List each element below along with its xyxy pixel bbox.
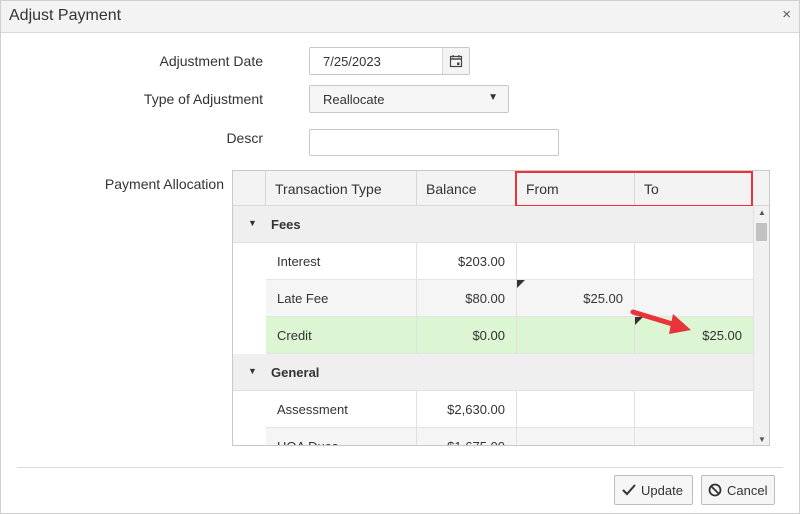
cell-transaction-type: Late Fee	[277, 291, 329, 306]
cell-balance: $80.00	[416, 280, 516, 317]
scroll-up-icon[interactable]: ▲	[758, 208, 766, 217]
collapse-caret-icon[interactable]: ▼	[248, 218, 257, 228]
cell-transaction-type: Credit	[277, 328, 312, 343]
cell-from[interactable]	[516, 317, 634, 354]
cell-balance: $0.00	[416, 317, 516, 354]
adjustment-date-value: 7/25/2023	[323, 54, 381, 69]
dialog-title: Adjust Payment	[9, 7, 122, 24]
descr-input[interactable]	[309, 129, 559, 156]
cell-from[interactable]	[516, 428, 634, 445]
cell-to[interactable]	[634, 428, 753, 445]
cell-from-value: $25.00	[583, 291, 623, 306]
table-row[interactable]: Assessment $2,630.00	[266, 391, 753, 428]
cell-to[interactable]	[634, 243, 753, 280]
group-label: General	[271, 365, 320, 380]
column-header-balance[interactable]: Balance	[416, 171, 516, 206]
cell-balance: $1,675.00	[416, 428, 516, 445]
grid-header: Transaction Type Balance From To	[233, 171, 769, 207]
cell-from[interactable]	[516, 391, 634, 428]
dialog-titlebar: Adjust Payment ×	[1, 1, 799, 33]
cancel-button[interactable]: Cancel	[701, 475, 775, 505]
red-arrow-annotation-icon	[630, 309, 691, 334]
cancel-button-label: Cancel	[727, 482, 768, 498]
close-icon[interactable]: ×	[782, 7, 791, 23]
calendar-icon[interactable]	[442, 48, 469, 74]
group-label: Fees	[271, 217, 301, 232]
adjustment-type-value: Reallocate	[323, 92, 385, 107]
cancel-icon	[708, 483, 722, 497]
cell-from[interactable]	[516, 243, 634, 280]
update-button-label: Update	[641, 482, 683, 498]
cell-transaction-type: HOA Dues	[266, 428, 416, 445]
adjustment-date-label: Adjustment Date	[159, 53, 264, 69]
caret-down-icon: ▼	[488, 92, 498, 103]
cell-to[interactable]	[634, 391, 753, 428]
payment-allocation-label: Payment Allocation	[104, 176, 224, 192]
from-to-highlight-box	[515, 171, 753, 207]
checkmark-icon	[622, 484, 636, 496]
scroll-down-icon[interactable]: ▼	[758, 435, 766, 444]
footer-divider	[17, 467, 783, 468]
cell-from[interactable]: $25.00	[516, 280, 634, 317]
group-row-general[interactable]: ▼ General	[233, 354, 753, 391]
cell-to-value: $25.00	[702, 328, 742, 343]
adjustment-type-label: Type of Adjustment	[143, 91, 263, 107]
scrollbar-thumb[interactable]	[756, 223, 767, 241]
adjustment-type-select[interactable]: Reallocate ▼	[309, 85, 509, 113]
column-header-transaction-type[interactable]: Transaction Type	[265, 171, 416, 206]
cell-balance: $2,630.00	[416, 391, 516, 428]
update-button[interactable]: Update	[614, 475, 693, 505]
cell-transaction-type: Interest	[277, 254, 321, 269]
table-row[interactable]: HOA Dues $1,675.00	[266, 428, 753, 445]
table-row[interactable]: Interest $203.00	[266, 243, 753, 280]
edited-marker-icon	[517, 280, 525, 288]
adjust-payment-dialog: Adjust Payment × Adjustment Date 7/25/20…	[0, 0, 800, 514]
cell-balance: $203.00	[416, 243, 516, 280]
adjustment-date-field[interactable]: 7/25/2023	[309, 47, 470, 75]
collapse-caret-icon[interactable]: ▼	[248, 366, 257, 376]
descr-label: Descr	[226, 130, 263, 146]
cell-transaction-type: Assessment	[277, 402, 348, 417]
group-row-fees[interactable]: ▼ Fees	[233, 206, 753, 243]
vertical-scrollbar[interactable]: ▲ ▼	[753, 206, 769, 445]
